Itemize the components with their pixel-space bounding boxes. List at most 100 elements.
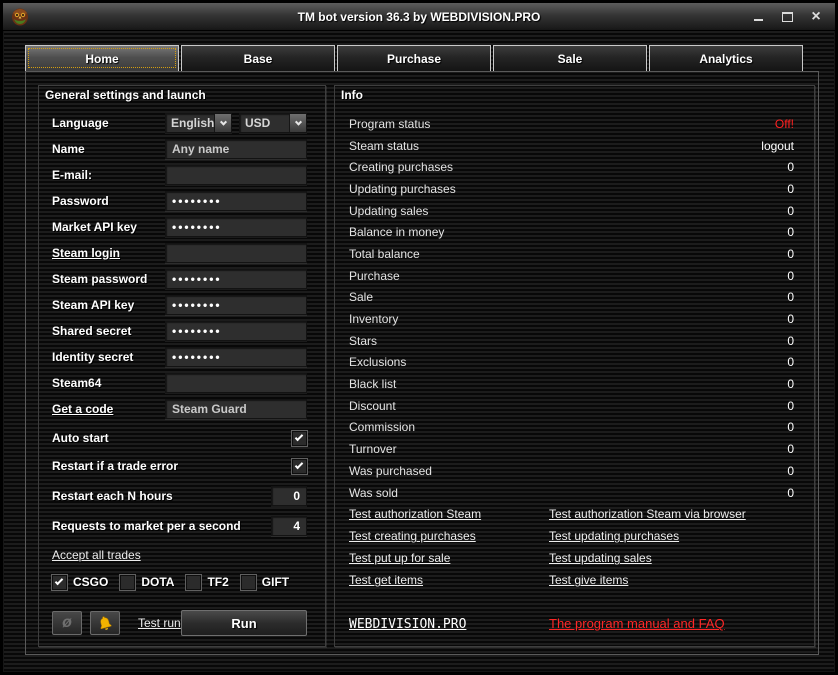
- info-row-label: Was purchased: [349, 463, 432, 478]
- language-label: Language: [52, 116, 109, 130]
- tab[interactable]: Sale: [493, 45, 647, 71]
- info-row-value: Off!: [774, 116, 794, 131]
- webdivision-link[interactable]: WEBDIVISION.PRO: [349, 617, 466, 632]
- info-row-value: 0: [787, 485, 794, 500]
- tab-bar: Home Base Purchase Sale Analytics: [25, 45, 803, 71]
- get-a-code-row: Get a code: [52, 396, 307, 422]
- game-checkbox[interactable]: [52, 574, 67, 590]
- currency-selected-value: USD: [245, 116, 271, 130]
- steam-password-row: Steam password: [52, 266, 307, 292]
- test-link[interactable]: Test updating sales: [549, 551, 652, 565]
- info-row: Purchase 0: [349, 265, 794, 287]
- maximize-button[interactable]: [780, 9, 794, 25]
- minimize-button[interactable]: [751, 9, 765, 25]
- steam-api-key-field[interactable]: [165, 295, 307, 315]
- info-group: Info Program status Off! Steam status lo…: [334, 85, 815, 647]
- info-row: Was sold 0: [349, 482, 794, 504]
- shared-secret-field[interactable]: [165, 321, 307, 341]
- game-label: TF2: [207, 575, 229, 589]
- game-option: CSGO: [52, 574, 108, 590]
- maximize-icon: [781, 12, 793, 22]
- test-link[interactable]: Test authorization Steam: [349, 507, 481, 521]
- test-link-row: Test authorization Steam Test authorizat…: [349, 503, 794, 525]
- titlebar: TM bot version 36.3 by WEBDIVISION.PRO ×: [3, 3, 835, 31]
- info-row: Total balance 0: [349, 243, 794, 265]
- steam-api-key-row: Steam API key: [52, 292, 307, 318]
- manual-faq-link[interactable]: The program manual and FAQ: [549, 616, 725, 631]
- tab[interactable]: Base: [181, 45, 335, 71]
- info-row-label: Exclusions: [349, 355, 407, 370]
- requests-per-second-row: Requests to market per a second: [52, 513, 307, 539]
- run-button[interactable]: Run: [181, 610, 307, 636]
- game-checkbox[interactable]: [120, 574, 136, 590]
- steam-login-link[interactable]: Steam login: [52, 246, 120, 260]
- info-row-label: Stars: [349, 333, 378, 348]
- auto-start-checkbox[interactable]: [292, 430, 307, 446]
- hide-passwords-button[interactable]: ø: [52, 611, 82, 635]
- info-row: Commission 0: [349, 417, 794, 439]
- name-row: Name: [52, 136, 307, 162]
- steam-login-input[interactable]: [165, 243, 307, 263]
- app-window: TM bot version 36.3 by WEBDIVISION.PRO ×…: [0, 0, 838, 675]
- password-field[interactable]: [165, 191, 307, 211]
- info-row-value: 0: [787, 181, 794, 196]
- steam-guard-code-input[interactable]: [165, 399, 307, 419]
- checkmark-icon: [294, 432, 304, 441]
- name-input[interactable]: [165, 139, 307, 159]
- info-footer: WEBDIVISION.PRO The program manual and F…: [349, 613, 794, 635]
- test-link[interactable]: Test updating purchases: [549, 529, 679, 543]
- tab[interactable]: Home: [25, 45, 179, 71]
- test-link[interactable]: Test creating purchases: [349, 529, 476, 543]
- close-button[interactable]: ×: [809, 9, 823, 25]
- game-option: TF2: [186, 574, 229, 590]
- language-select[interactable]: English: [165, 113, 232, 133]
- test-link[interactable]: Test get items: [349, 573, 423, 587]
- info-row-label: Purchase: [349, 268, 400, 283]
- identity-secret-field[interactable]: [165, 347, 307, 367]
- market-api-key-field[interactable]: [165, 217, 307, 237]
- game-checkbox[interactable]: [240, 574, 256, 590]
- sound-notification-button[interactable]: [90, 611, 120, 635]
- game-option: GIFT: [240, 574, 289, 590]
- info-row-value: 0: [787, 355, 794, 370]
- accept-all-trades-row: Accept all trades: [52, 545, 307, 565]
- general-settings-group: General settings and launch Language Eng…: [38, 85, 326, 647]
- steam64-input[interactable]: [165, 373, 307, 393]
- currency-dropdown-button[interactable]: [289, 114, 306, 132]
- info-row: Discount 0: [349, 395, 794, 417]
- accept-all-trades-link[interactable]: Accept all trades: [52, 548, 141, 562]
- steam-password-field[interactable]: [165, 269, 307, 289]
- restart-trade-error-label: Restart if a trade error: [52, 459, 179, 473]
- test-link-row: Test creating purchases Test updating pu…: [349, 525, 794, 547]
- game-checkbox[interactable]: [186, 574, 202, 590]
- tab[interactable]: Purchase: [337, 45, 491, 71]
- currency-select[interactable]: USD: [239, 113, 307, 133]
- restart-hours-row: Restart each N hours: [52, 483, 307, 509]
- bell-icon: [100, 616, 112, 630]
- launch-button-row: ø Test run Run: [52, 610, 307, 636]
- test-link-row: Test put up for sale Test updating sales: [349, 547, 794, 569]
- shared-secret-row: Shared secret: [52, 318, 307, 344]
- test-link[interactable]: Test authorization Steam via browser: [549, 507, 746, 521]
- info-row-label: Updating purchases: [349, 181, 456, 196]
- chevron-down-icon: [219, 118, 227, 126]
- tab[interactable]: Analytics: [649, 45, 803, 71]
- test-link[interactable]: Test give items: [549, 573, 628, 587]
- info-row-label: Creating purchases: [349, 160, 454, 175]
- eye-slash-icon: ø: [62, 614, 72, 631]
- language-row: Language English USD: [52, 110, 307, 136]
- email-row: E-mail:: [52, 162, 307, 188]
- restart-trade-error-checkbox[interactable]: [292, 458, 307, 474]
- info-row: Steam status logout: [349, 135, 794, 157]
- checkmark-icon: [54, 576, 64, 585]
- test-link[interactable]: Test put up for sale: [349, 551, 450, 565]
- steam64-row: Steam64: [52, 370, 307, 396]
- language-dropdown-button[interactable]: [214, 114, 231, 132]
- email-field[interactable]: [165, 165, 307, 185]
- restart-hours-input[interactable]: [271, 486, 307, 506]
- auto-start-row: Auto start: [52, 425, 307, 451]
- steam-login-row: Steam login: [52, 240, 307, 266]
- requests-per-second-input[interactable]: [271, 516, 307, 536]
- get-a-code-link[interactable]: Get a code: [52, 402, 113, 416]
- test-run-link[interactable]: Test run: [138, 616, 181, 630]
